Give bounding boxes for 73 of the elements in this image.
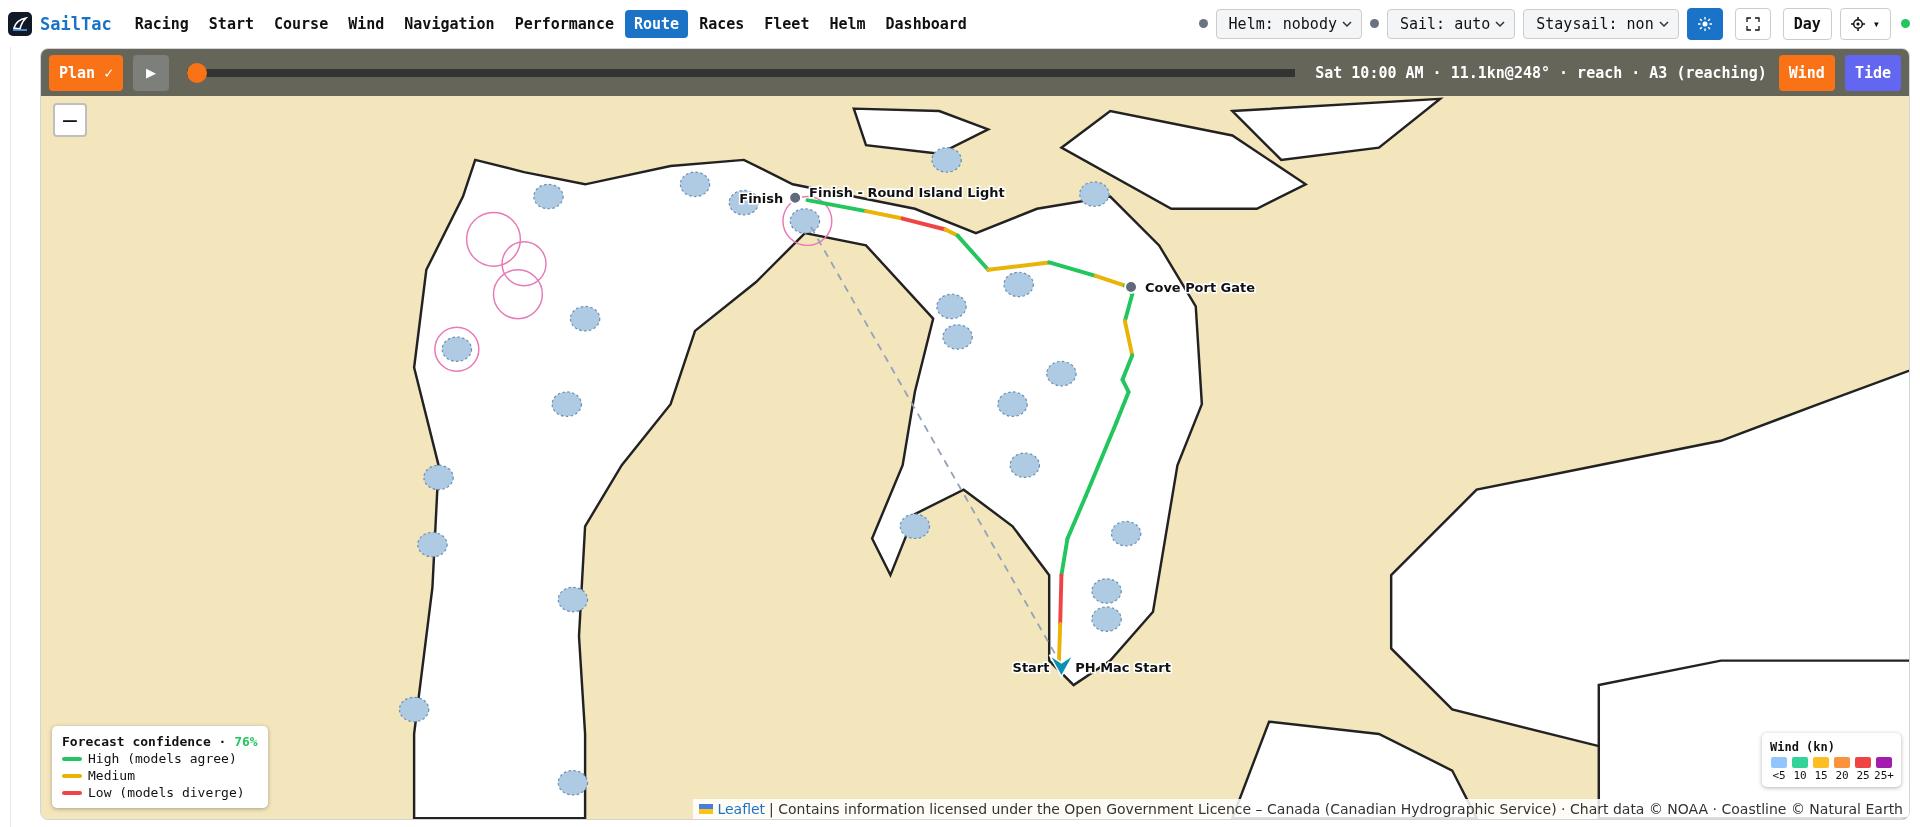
legend-label: 20 [1835,769,1849,782]
nav-tab[interactable]: Helm [820,9,875,38]
legend-title: Wind (kn) [1770,740,1837,754]
depth-area-marker [551,391,583,417]
depth-area-marker [533,183,564,210]
depth-area-marker [557,586,589,613]
depth-area-marker [1091,578,1122,604]
nav-tab[interactable]: Start [199,9,263,38]
marker-label: Finish [739,190,784,206]
depth-area-marker [398,696,430,723]
depth-area-marker [1079,181,1110,207]
marker-label: Start [1012,659,1050,675]
nav-tab[interactable]: Fleet [755,9,819,38]
flag-icon [699,804,714,814]
attribution-text: | Contains information licensed under the Open Government Licence – Canada (Canadian Hydrographic Service) · Chart data © NOAA · Coastline © Natural Earth [769,801,1903,817]
legend-label: 15 [1814,769,1828,782]
nav-tab[interactable]: Route [624,9,689,38]
depth-area-marker [1091,606,1122,632]
sun-icon [1697,16,1712,31]
app-logo-icon [8,11,32,36]
select-dropdown[interactable]: Sail: auto [1386,8,1516,39]
range-ring [782,195,833,247]
layer-toggle[interactable]: Tide [1844,54,1901,91]
depth-area-marker [1046,360,1077,387]
day-mode-button[interactable]: Day [1782,7,1832,40]
depth-area-marker [679,171,711,198]
nav-tab[interactable]: Dashboard [876,9,976,38]
range-ring [434,326,480,372]
range-ring [492,269,544,320]
depth-area-marker [441,336,473,363]
nav-tab[interactable]: Performance [505,9,623,38]
legend-label: 10 [1793,769,1807,782]
fullscreen-button[interactable] [1734,7,1771,40]
depth-area-marker [931,147,962,173]
depth-area-marker [789,208,821,234]
nav-tab[interactable]: Wind [339,9,394,38]
depth-area-marker [1009,452,1041,479]
depth-area-marker [569,305,601,332]
marker-label: Cove Port Gate [1145,279,1255,295]
app-name: SailTac [40,13,112,34]
play-button[interactable]: ▶ [133,54,170,91]
legend-title: Forecast confidence · 76% [62,734,258,749]
depth-area-marker [1003,271,1034,298]
nav-tab[interactable]: Racing [125,9,198,38]
zoom-out-button[interactable]: − [53,103,87,137]
select-dropdown[interactable]: Helm: nobody [1215,8,1362,39]
depth-area-marker [997,391,1028,417]
depth-area-marker [942,324,973,350]
depth-area-marker [936,293,967,320]
theme-button[interactable] [1686,7,1723,40]
range-ring [465,211,522,267]
depth-area-marker [1110,520,1142,547]
nav-tab[interactable]: Navigation [395,9,504,38]
fullscreen-icon [1745,16,1760,31]
nav-tab[interactable]: Races [690,9,754,38]
leaflet-link[interactable]: Leaflet [717,801,766,817]
depth-area-marker [417,531,448,558]
legend-label: Low (models diverge) [88,785,245,800]
legend-label: Medium [88,768,135,783]
slider-thumb[interactable] [187,62,208,83]
range-ring [501,241,547,287]
select-dropdown[interactable]: Staysail: non [1523,8,1679,39]
depth-area-marker [557,769,589,796]
nav-tab[interactable]: Course [265,9,338,38]
legend-label: 25 [1856,769,1870,782]
legend-label: 25+ [1874,769,1894,782]
depth-area-marker [899,513,931,540]
legend-label: High (models agree) [88,751,237,766]
legend-label: <5 [1772,769,1786,782]
marker-label: PH Mac Start [1075,659,1171,675]
settings-menu-button[interactable]: ▾ [1839,7,1891,40]
conditions-readout: Sat 10:00 AM · 11.1kn@248° · reach · A3 (reaching) [1315,63,1767,82]
depth-area-marker [423,464,454,491]
